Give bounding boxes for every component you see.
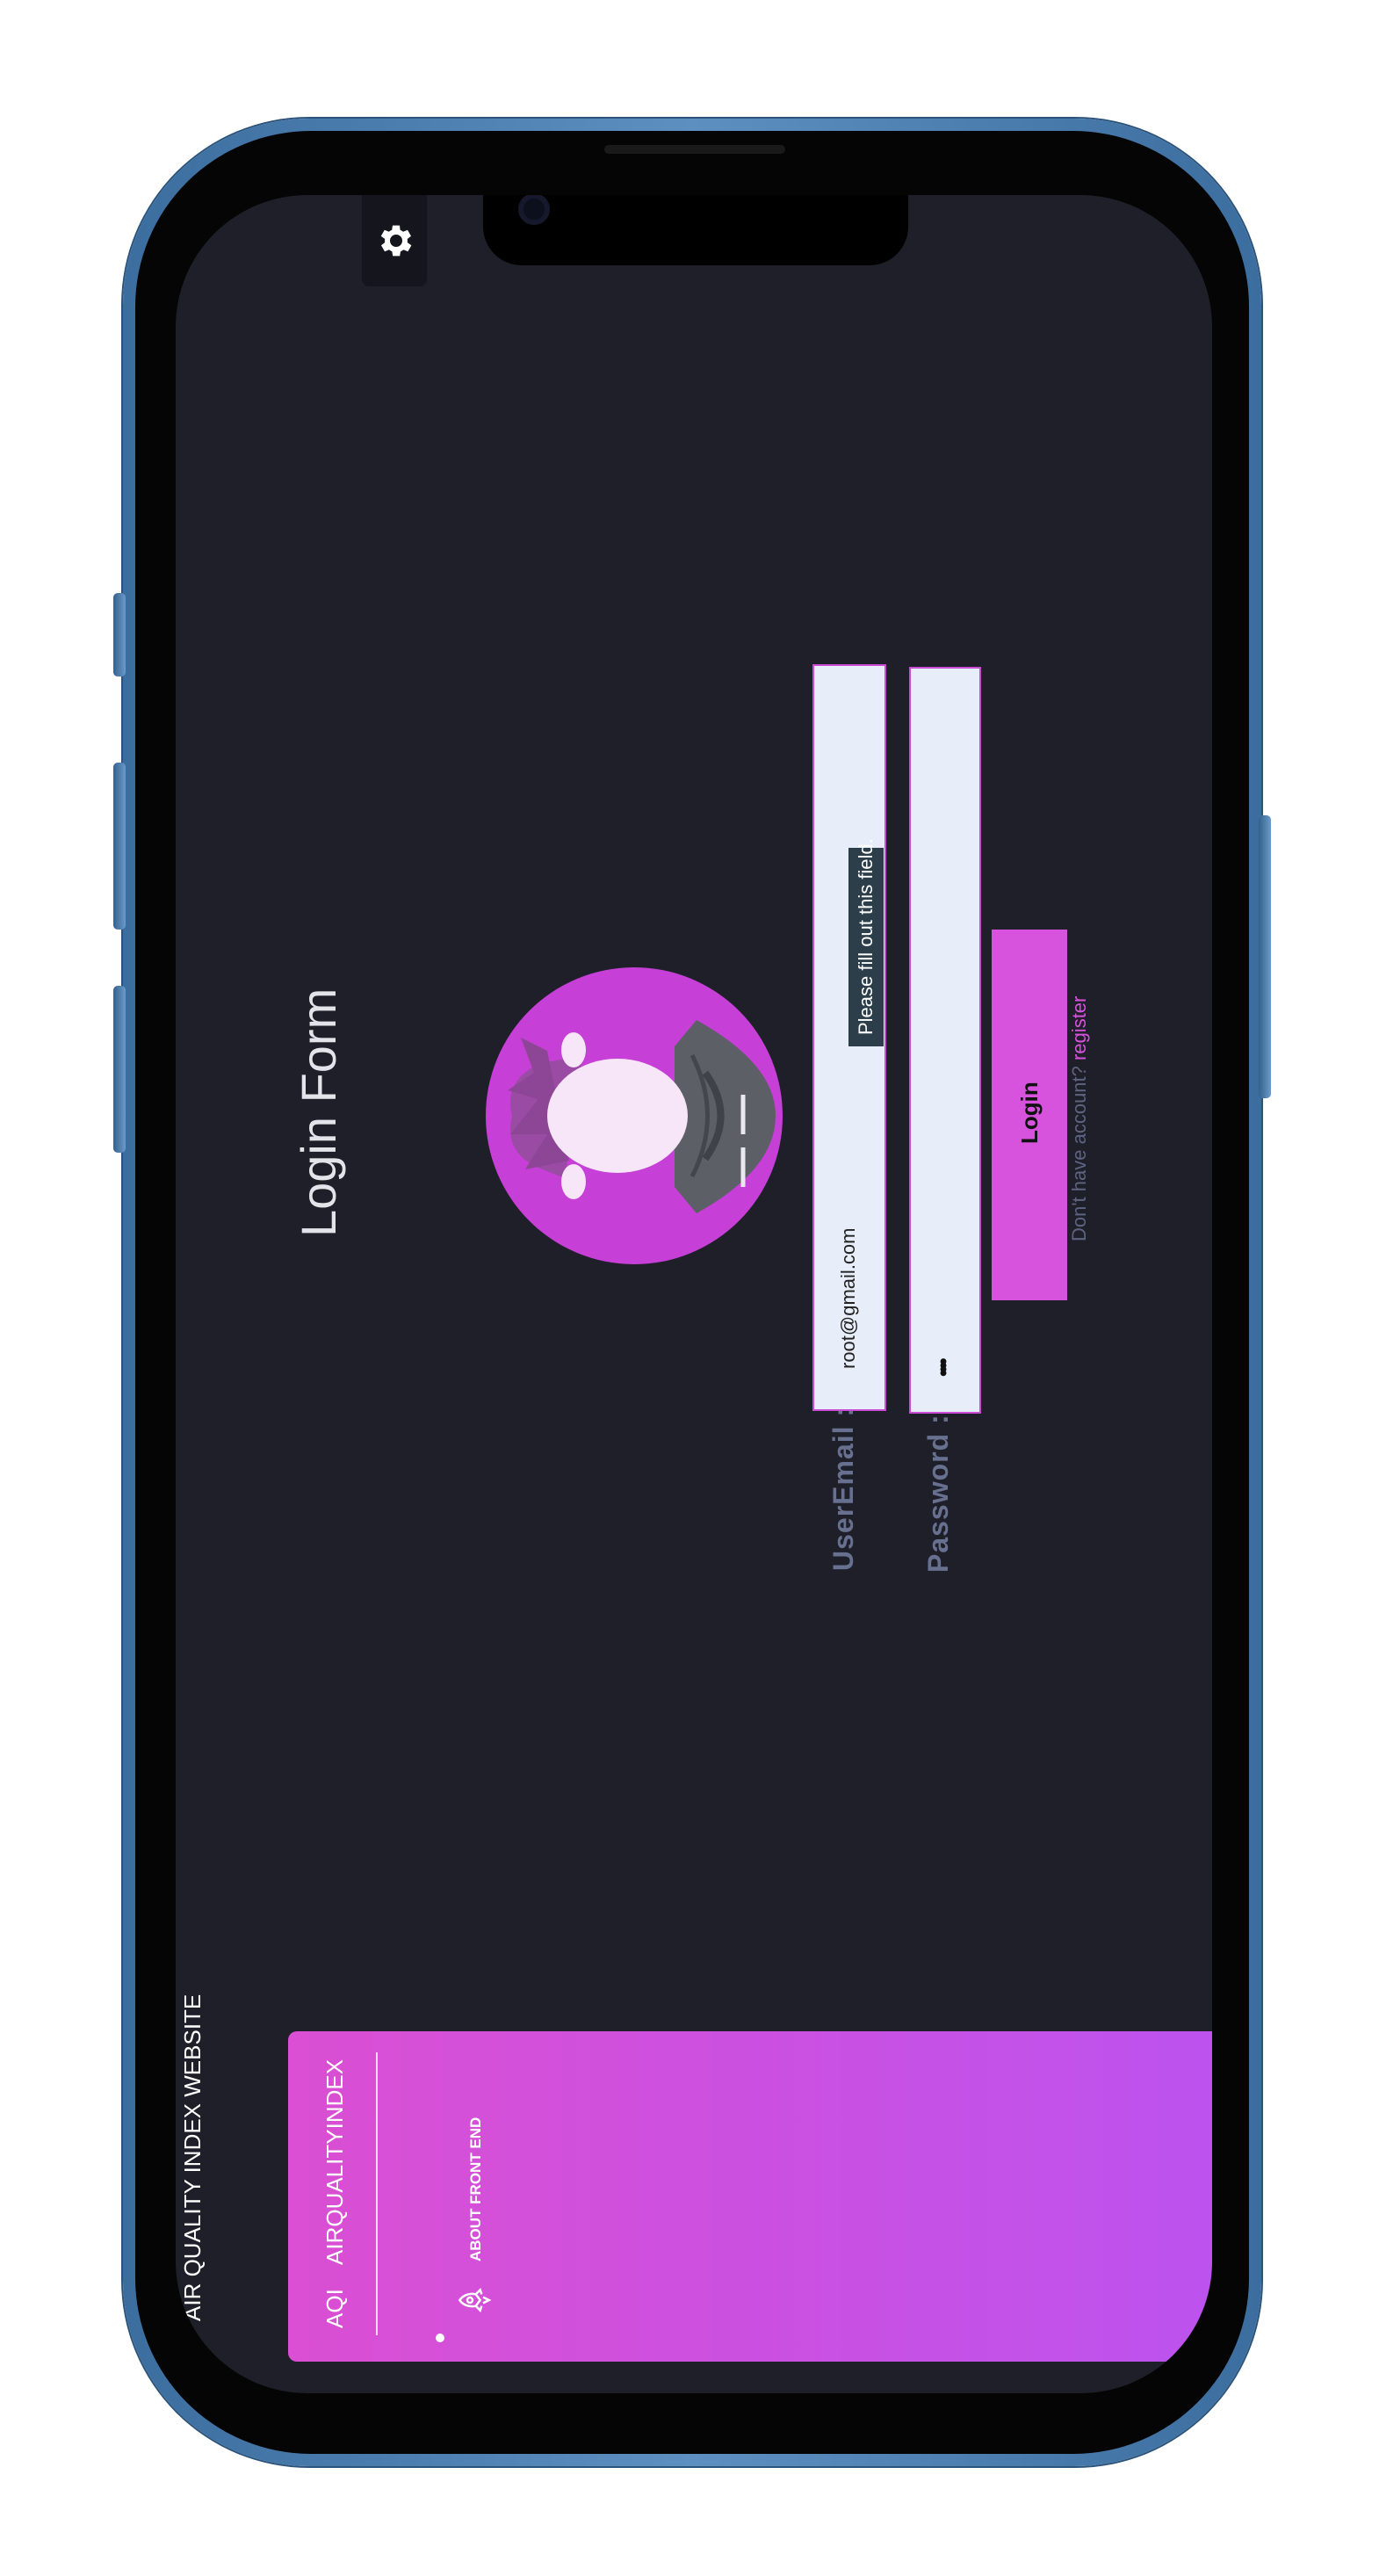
nav-link-about-front-end[interactable]: ABOUT FRONT END (467, 2117, 485, 2261)
rocket-icon[interactable] (457, 2283, 492, 2322)
navbar-divider (376, 2052, 378, 2335)
screen: AIR QUALITY INDEX WEBSITE Login Form Use… (176, 195, 1212, 2393)
register-prompt: Don't have account? register (1068, 996, 1091, 1241)
app-vertical-label: AIR QUALITY INDEX WEBSITE (179, 1994, 206, 2321)
silent-switch (113, 593, 126, 677)
password-field[interactable]: •••• (909, 667, 981, 1414)
tooltip-text: Please fill out this field. (855, 838, 877, 1035)
navbar-brand-full[interactable]: AIRQUALITYINDEX (321, 2059, 349, 2265)
email-value: root@gmail.com (837, 1227, 859, 1370)
register-link[interactable]: register (1068, 996, 1090, 1060)
email-label: UserEmail : (827, 1406, 859, 1571)
gear-icon (380, 225, 412, 257)
volume-down-button (113, 986, 126, 1153)
user-avatar (486, 967, 783, 1264)
volume-up-button (113, 763, 126, 930)
login-button[interactable]: Login (992, 930, 1067, 1300)
page-title: Login Form (291, 988, 346, 1237)
power-button (1259, 815, 1271, 1098)
earpiece-speaker (604, 145, 785, 154)
settings-button[interactable] (362, 195, 427, 286)
login-button-label: Login (1016, 1082, 1043, 1144)
navbar: AQI AIRQUALITYINDEX ABOUT FRONT END (288, 2031, 1212, 2362)
navbar-brand[interactable]: AQI (321, 2289, 349, 2328)
password-value: •••• (932, 1361, 956, 1377)
validation-tooltip: Please fill out this field. (848, 838, 884, 1046)
nav-bullet (436, 2334, 444, 2342)
password-label: Password : (922, 1414, 954, 1573)
register-prompt-text: Don't have account? (1068, 1066, 1090, 1241)
